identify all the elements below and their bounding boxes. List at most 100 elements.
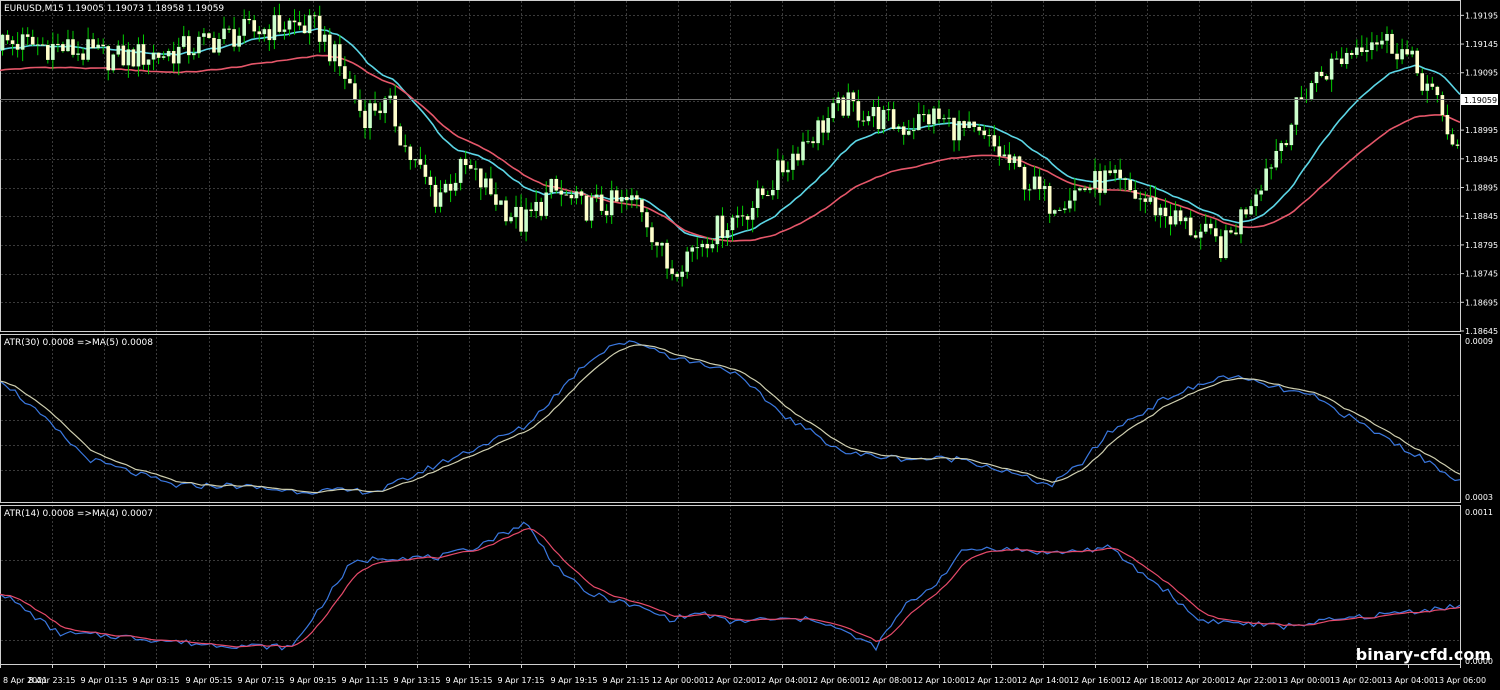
candle-body[interactable]	[1123, 178, 1128, 180]
candle-body[interactable]	[1400, 49, 1404, 60]
candle-body[interactable]	[91, 39, 95, 49]
candle-body[interactable]	[690, 247, 695, 252]
candle-body[interactable]	[30, 36, 35, 45]
candle-body[interactable]	[353, 83, 357, 100]
candle-body[interactable]	[1203, 223, 1208, 232]
candle-body[interactable]	[1022, 166, 1027, 190]
candle-body[interactable]	[272, 15, 277, 41]
candle-body[interactable]	[806, 141, 810, 143]
candle-body[interactable]	[841, 97, 846, 116]
candle-body[interactable]	[937, 108, 941, 119]
candle-body[interactable]	[146, 59, 151, 65]
candle-body[interactable]	[539, 201, 544, 216]
candle-body[interactable]	[1455, 144, 1460, 146]
candle-body[interactable]	[992, 135, 997, 147]
candle-body[interactable]	[589, 197, 594, 221]
candle-body[interactable]	[705, 243, 710, 249]
candle-body[interactable]	[791, 153, 795, 170]
candle-body[interactable]	[695, 247, 700, 249]
candle-body[interactable]	[252, 20, 257, 32]
candle-body[interactable]	[81, 53, 85, 60]
candle-body[interactable]	[383, 98, 387, 114]
candle-body[interactable]	[745, 216, 750, 220]
candle-body[interactable]	[66, 39, 70, 52]
candle-body[interactable]	[393, 95, 398, 127]
candle-body[interactable]	[524, 209, 528, 232]
candle-body[interactable]	[403, 145, 408, 147]
candle-body[interactable]	[1259, 190, 1263, 195]
candle-body[interactable]	[574, 191, 579, 199]
candle-body[interactable]	[1068, 200, 1072, 209]
candle-body[interactable]	[604, 210, 609, 216]
candle-body[interactable]	[51, 43, 55, 60]
candle-body[interactable]	[861, 120, 866, 122]
candle-body[interactable]	[1415, 50, 1420, 74]
candle-body[interactable]	[1219, 236, 1223, 259]
candle-body[interactable]	[202, 33, 206, 37]
candle-body[interactable]	[856, 101, 861, 121]
candle-body[interactable]	[896, 126, 901, 129]
candle-body[interactable]	[549, 178, 554, 193]
candle-body[interactable]	[463, 158, 468, 166]
candle-body[interactable]	[630, 195, 634, 201]
candle-body[interactable]	[1133, 190, 1138, 199]
candle-body[interactable]	[478, 168, 483, 188]
candle-body[interactable]	[720, 215, 725, 238]
candle-body[interactable]	[116, 45, 121, 55]
candle-body[interactable]	[56, 43, 60, 45]
candle-body[interactable]	[891, 109, 896, 129]
candle-body[interactable]	[61, 44, 65, 52]
candle-body[interactable]	[408, 146, 413, 161]
candle-body[interactable]	[468, 165, 473, 169]
candle-body[interactable]	[509, 217, 513, 222]
candle-body[interactable]	[433, 184, 438, 207]
candle-body[interactable]	[740, 215, 745, 217]
candle-body[interactable]	[1435, 86, 1440, 96]
candle-body[interactable]	[619, 196, 624, 202]
candle-body[interactable]	[519, 206, 523, 232]
candle-body[interactable]	[871, 106, 876, 117]
candle-body[interactable]	[655, 242, 659, 246]
candle-body[interactable]	[418, 159, 423, 165]
candle-body[interactable]	[1138, 198, 1143, 200]
candle-body[interactable]	[232, 29, 236, 47]
candle-body[interactable]	[901, 126, 906, 135]
candle-body[interactable]	[312, 15, 317, 17]
candle-body[interactable]	[448, 183, 453, 191]
candle-body[interactable]	[297, 22, 302, 26]
candle-body[interactable]	[212, 37, 216, 53]
candle-body[interactable]	[927, 114, 931, 125]
candle-body[interactable]	[438, 192, 443, 207]
candle-body[interactable]	[1062, 208, 1067, 210]
candle-body[interactable]	[277, 15, 282, 32]
candle-body[interactable]	[101, 44, 106, 47]
candle-body[interactable]	[237, 35, 241, 47]
candle-body[interactable]	[443, 183, 448, 193]
candle-body[interactable]	[599, 194, 604, 211]
candle-body[interactable]	[161, 56, 166, 58]
candle-body[interactable]	[292, 20, 297, 23]
candle-body[interactable]	[760, 188, 765, 196]
candle-body[interactable]	[770, 189, 775, 196]
candle-body[interactable]	[1224, 230, 1228, 259]
candle-body[interactable]	[1440, 95, 1445, 115]
candle-body[interactable]	[922, 114, 926, 116]
candle-body[interactable]	[735, 215, 740, 218]
candle-body[interactable]	[534, 201, 538, 212]
candle-body[interactable]	[952, 117, 956, 141]
candle-body[interactable]	[1108, 170, 1112, 174]
candle-body[interactable]	[307, 15, 312, 34]
candle-body[interactable]	[1193, 235, 1198, 238]
candle-body[interactable]	[886, 109, 891, 111]
candle-body[interactable]	[1360, 47, 1364, 53]
candle-body[interactable]	[46, 45, 50, 60]
candle-body[interactable]	[338, 44, 342, 67]
candle-body[interactable]	[282, 29, 287, 32]
candle-body[interactable]	[942, 118, 946, 120]
candle-body[interactable]	[398, 126, 403, 146]
candle-body[interactable]	[675, 273, 679, 277]
candle-body[interactable]	[1113, 169, 1117, 174]
candle-body[interactable]	[836, 97, 841, 104]
candle-body[interactable]	[786, 169, 790, 173]
candle-body[interactable]	[181, 36, 186, 47]
